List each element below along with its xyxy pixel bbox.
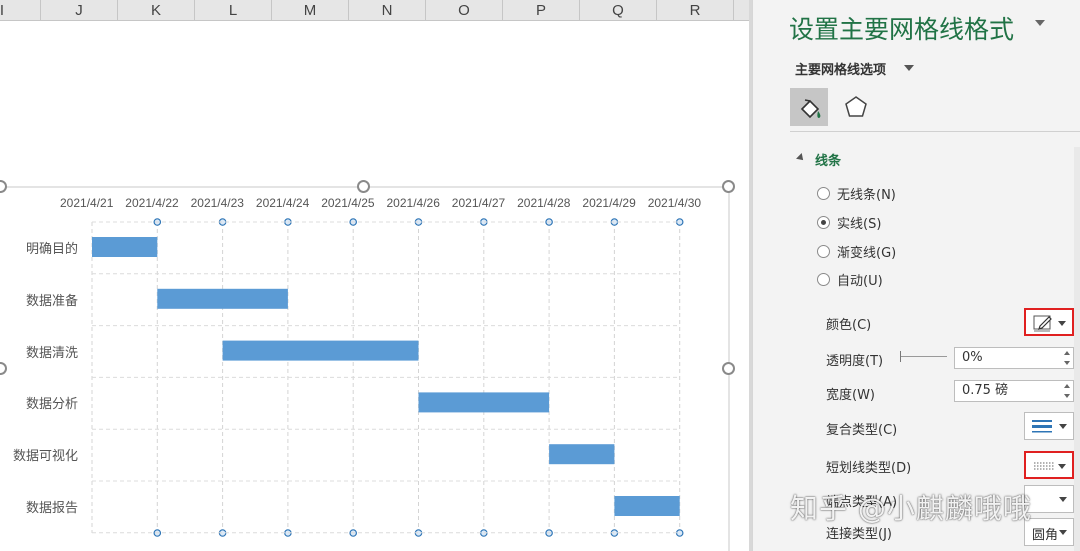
radio-label: 实线(S) bbox=[837, 216, 882, 232]
radio-label: 渐变线(G) bbox=[837, 245, 897, 261]
x-tick-label: 2021/4/27 bbox=[451, 196, 506, 210]
width-input[interactable]: 0.75 磅 bbox=[954, 380, 1074, 402]
effects-tab[interactable] bbox=[837, 88, 875, 126]
format-gridlines-pane: 设置主要网格线格式 主要网格线选项 线条 无线条(N) 实线(S) 渐变线(G)… bbox=[752, 0, 1080, 551]
pentagon-icon bbox=[845, 96, 867, 117]
radio-circle[interactable] bbox=[817, 272, 830, 286]
options-chevron-down-icon[interactable] bbox=[904, 65, 914, 71]
chart-resize-handle[interactable] bbox=[722, 362, 735, 375]
pane-menu-chevron-icon[interactable] bbox=[1035, 20, 1045, 26]
gantt-bar[interactable] bbox=[418, 392, 550, 413]
x-tick-label: 2021/4/26 bbox=[386, 196, 440, 210]
spreadsheet-area[interactable]: IJKLMNOPQR 2021/4/21 2021/4/22 2021/4/23 20… bbox=[0, 0, 752, 551]
chevron-down-icon bbox=[1059, 530, 1067, 535]
radio-no-line[interactable]: 无线条(N) bbox=[817, 183, 896, 203]
lines-icon bbox=[1032, 420, 1052, 433]
radio-circle-selected[interactable] bbox=[817, 215, 830, 229]
dash-type-button[interactable] bbox=[1024, 451, 1074, 479]
x-tick-label: 2021/4/25 bbox=[321, 196, 375, 210]
radio-solid-line[interactable]: 实线(S) bbox=[817, 212, 881, 232]
compound-type-button[interactable] bbox=[1024, 412, 1074, 440]
transparency-label: 透明度(T) bbox=[826, 354, 884, 369]
radio-label: 自动(U) bbox=[837, 273, 883, 289]
options-dropdown-label[interactable]: 主要网格线选项 bbox=[795, 59, 886, 78]
radio-circle[interactable] bbox=[817, 186, 830, 200]
chart-resize-handle[interactable] bbox=[722, 180, 735, 193]
transparency-input[interactable]: 0% bbox=[954, 347, 1074, 369]
dash-icon bbox=[1034, 462, 1054, 470]
gridline-selection-handle[interactable] bbox=[675, 529, 684, 537]
transparency-slider-track[interactable] bbox=[901, 356, 947, 357]
spinner-arrows-icon[interactable] bbox=[1064, 384, 1070, 398]
tab-divider bbox=[790, 131, 1080, 132]
chevron-down-icon bbox=[1059, 424, 1067, 429]
category-label: 数据准备 bbox=[25, 293, 78, 309]
width-value: 0.75 磅 bbox=[962, 383, 1009, 398]
watermark: 知乎 @小麒麟哦哦 bbox=[790, 492, 1032, 525]
chevron-down-icon bbox=[1058, 464, 1066, 469]
transparency-value: 0% bbox=[962, 350, 983, 365]
gantt-bar[interactable] bbox=[614, 496, 680, 516]
gantt-bar[interactable] bbox=[92, 237, 158, 257]
spinner-arrows-icon[interactable] bbox=[1064, 351, 1070, 365]
section-title-line[interactable]: 线条 bbox=[815, 150, 841, 169]
chevron-down-icon bbox=[1059, 497, 1067, 502]
x-tick-label: 2021/4/28 bbox=[517, 196, 571, 210]
pen-icon bbox=[1033, 315, 1052, 332]
chevron-down-icon bbox=[1058, 321, 1066, 326]
dash-type-label: 短划线类型(D) bbox=[826, 461, 912, 476]
gantt-chart[interactable] bbox=[0, 0, 752, 551]
category-label: 数据清洗 bbox=[25, 345, 78, 361]
category-label: 数据分析 bbox=[25, 397, 78, 413]
category-label: 数据报告 bbox=[25, 501, 78, 516]
radio-gradient-line[interactable]: 渐变线(G) bbox=[817, 241, 896, 261]
gantt-bar[interactable] bbox=[549, 444, 615, 465]
radio-circle[interactable] bbox=[817, 244, 830, 258]
section-collapse-icon[interactable] bbox=[796, 153, 806, 163]
x-tick-label: 2021/4/21 bbox=[60, 196, 114, 210]
pane-title: 设置主要网格线格式 bbox=[789, 15, 1015, 44]
color-label: 颜色(C) bbox=[826, 318, 872, 333]
category-label: 明确目的 bbox=[25, 242, 78, 257]
gantt-bar[interactable] bbox=[157, 288, 288, 309]
color-picker-button[interactable] bbox=[1024, 308, 1074, 336]
radio-automatic[interactable]: 自动(U) bbox=[817, 269, 883, 289]
x-tick-label: 2021/4/29 bbox=[582, 196, 636, 210]
category-label: 数据可视化 bbox=[12, 449, 78, 465]
gantt-bar[interactable] bbox=[222, 340, 419, 361]
x-tick-label: 2021/4/23 bbox=[190, 196, 244, 210]
x-tick-label: 2021/4/30 bbox=[647, 196, 702, 210]
join-type-value: 圆角 bbox=[1032, 528, 1059, 543]
fill-line-tab[interactable] bbox=[790, 88, 828, 126]
radio-label: 无线条(N) bbox=[837, 187, 896, 203]
pane-scrollbar[interactable] bbox=[1074, 147, 1080, 551]
compound-type-label: 复合类型(C) bbox=[826, 423, 898, 438]
width-label: 宽度(W) bbox=[826, 388, 875, 403]
x-tick-label: 2021/4/24 bbox=[255, 196, 310, 210]
paint-bucket-icon bbox=[800, 99, 821, 119]
x-tick-label: 2021/4/22 bbox=[125, 196, 179, 210]
chart-resize-handle[interactable] bbox=[357, 180, 370, 193]
